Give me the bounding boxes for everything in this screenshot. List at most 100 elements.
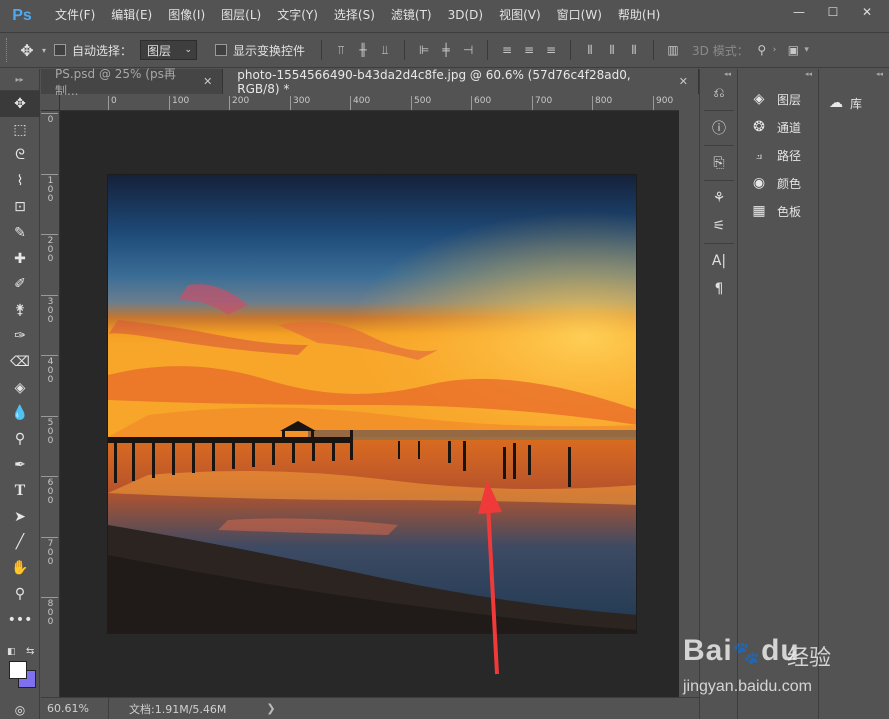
distribute-top-icon[interactable]: ≡	[496, 39, 518, 61]
quick-selection-tool-icon[interactable]: ⌇	[0, 168, 40, 194]
marquee-tool-icon[interactable]: ⬚	[0, 117, 40, 143]
adjustments-panel-icon[interactable]: ⚟	[700, 212, 738, 240]
align-left-icon[interactable]: ⊫	[413, 39, 435, 61]
align-hcenter-icon[interactable]: ╪	[435, 39, 457, 61]
history-panel-icon[interactable]: ⎌	[700, 79, 738, 107]
character-panel-icon[interactable]: A|	[700, 247, 738, 275]
collapse-panels-icon[interactable]: ◂◂	[739, 69, 818, 79]
move-tool-icon[interactable]: ✥	[12, 38, 42, 62]
quick-mask-icon[interactable]: ◎	[0, 697, 40, 719]
swap-colors-icon[interactable]: ⇆	[26, 646, 34, 657]
hand-tool-icon[interactable]: ✋	[0, 555, 40, 581]
menu-file[interactable]: 文件(F)	[47, 0, 103, 31]
properties-panel-icon[interactable]: ⎘	[700, 149, 738, 177]
panel-color[interactable]: ◉ 颜色	[739, 169, 818, 197]
history-brush-tool-icon[interactable]: ✑	[0, 323, 40, 349]
path-selection-tool-icon[interactable]: ➤	[0, 504, 40, 530]
distribute-vcenter-icon[interactable]: ≡	[518, 39, 540, 61]
color-swatches: ◧ ⇆	[4, 645, 38, 695]
ruler-label: 3 0 0	[47, 297, 54, 325]
menu-image[interactable]: 图像(I)	[160, 0, 213, 31]
panel-paths[interactable]: ⟓ 路径	[739, 141, 818, 169]
document-image[interactable]	[107, 174, 637, 634]
panel-swatches[interactable]: ▦ 色板	[739, 197, 818, 225]
ruler-tick	[169, 96, 170, 110]
ruler-corner[interactable]	[41, 95, 60, 111]
clone-stamp-tool-icon[interactable]: ⚵	[0, 297, 40, 323]
close-icon[interactable]: ✕	[679, 75, 688, 88]
auto-select-dropdown[interactable]: 图层 ⌄	[140, 40, 198, 60]
ruler-label: 400	[353, 96, 371, 106]
menu-3d[interactable]: 3D(D)	[440, 0, 491, 31]
panel-libraries[interactable]: ☁ 库	[820, 89, 889, 117]
default-colors-icon[interactable]: ◧	[7, 647, 16, 657]
search-icon[interactable]: ⚲	[751, 39, 773, 61]
paint-bucket-tool-icon[interactable]: ◈	[0, 375, 40, 401]
type-tool-icon[interactable]: T	[0, 478, 40, 504]
tab-ps-psd[interactable]: PS.psd @ 25% (ps再制... ✕	[41, 67, 224, 98]
brush-tool-icon[interactable]: ✐	[0, 272, 40, 298]
workspace-icon[interactable]: ▣	[782, 39, 804, 61]
divider	[653, 40, 655, 60]
zoom-field[interactable]: 60.61%	[41, 698, 109, 719]
dodge-tool-icon[interactable]: ⚲	[0, 426, 40, 452]
blur-tool-icon[interactable]: 💧	[0, 401, 40, 427]
maximize-button[interactable]: ☐	[819, 3, 847, 21]
menu-edit[interactable]: 编辑(E)	[103, 0, 160, 31]
auto-align-icon[interactable]: ▥	[662, 39, 684, 61]
eraser-tool-icon[interactable]: ⌫	[0, 349, 40, 375]
close-icon[interactable]: ✕	[203, 75, 212, 88]
foreground-color-swatch[interactable]	[9, 661, 27, 679]
auto-select-checkbox[interactable]	[54, 44, 67, 56]
divider	[704, 110, 734, 111]
menu-type[interactable]: 文字(Y)	[269, 0, 326, 31]
menu-layer[interactable]: 图层(L)	[213, 0, 269, 31]
show-transform-checkbox[interactable]	[215, 44, 228, 56]
paragraph-panel-icon[interactable]: ¶	[700, 275, 738, 303]
align-top-icon[interactable]: ⫪	[330, 39, 352, 61]
more-tools-icon[interactable]: •••	[0, 607, 40, 633]
close-button[interactable]: ✕	[853, 3, 881, 21]
move-tool-icon[interactable]: ✥	[0, 91, 40, 117]
panel-layers[interactable]: ◈ 图层	[739, 85, 818, 113]
ruler-vertical[interactable]: 0 1 0 0 2 0 0 3 0 0 4 0 0 5 0 0 6 0 0 7 …	[41, 111, 60, 697]
healing-brush-tool-icon[interactable]: ✚	[0, 246, 40, 272]
collapse-panels-icon[interactable]: ◂◂	[700, 69, 737, 79]
menu-view[interactable]: 视图(V)	[491, 0, 549, 31]
window-controls: — ☐ ✕	[785, 3, 881, 21]
align-right-icon[interactable]: ⊣	[457, 39, 479, 61]
collapse-panels-icon[interactable]: ◂◂	[820, 69, 889, 79]
menu-window[interactable]: 窗口(W)	[549, 0, 610, 31]
tool-preset-caret-icon[interactable]: ▾	[42, 46, 46, 55]
align-vcenter-icon[interactable]: ╫	[352, 39, 374, 61]
vertical-scrollbar[interactable]	[680, 95, 699, 697]
menu-filter[interactable]: 滤镜(T)	[383, 0, 440, 31]
chevron-down-icon: ⌄	[184, 45, 193, 55]
canvas-area[interactable]	[60, 111, 679, 697]
ruler-horizontal[interactable]: 0 100 200 300 400 500 600 700 800 900	[60, 95, 679, 111]
crop-tool-icon[interactable]: ⊡	[0, 194, 40, 220]
panel-channels[interactable]: ❂ 通道	[739, 113, 818, 141]
align-bottom-icon[interactable]: ⫫	[374, 39, 396, 61]
pen-tool-icon[interactable]: ✒	[0, 452, 40, 478]
distribute-right-icon[interactable]: ⦀	[623, 39, 645, 61]
collapse-toolbox-icon[interactable]: ▸▸	[0, 69, 39, 91]
distribute-bottom-icon[interactable]: ≡	[540, 39, 562, 61]
ruler-label: 1 0 0	[47, 176, 54, 204]
status-menu-arrow-icon[interactable]: ❯	[266, 702, 275, 715]
minimize-button[interactable]: —	[785, 3, 813, 21]
eyedropper-tool-icon[interactable]: ✎	[0, 220, 40, 246]
line-tool-icon[interactable]: ╱	[0, 530, 40, 556]
chevron-down-icon[interactable]: ▾	[804, 45, 809, 55]
menu-help[interactable]: 帮助(H)	[610, 0, 668, 31]
tab-photo-jpg[interactable]: photo-1554566490-b43da2d4c8fe.jpg @ 60.6…	[223, 68, 699, 96]
lasso-tool-icon[interactable]: ᘓ	[0, 143, 40, 169]
distribute-left-icon[interactable]: ⦀	[579, 39, 601, 61]
brush-panel-icon[interactable]: ⚘	[700, 184, 738, 212]
distribute-hcenter-icon[interactable]: ⦀	[601, 39, 623, 61]
menu-select[interactable]: 选择(S)	[326, 0, 383, 31]
ruler-label: 7 0 0	[47, 539, 54, 567]
info-panel-icon[interactable]: ⓘ	[700, 114, 738, 142]
zoom-tool-icon[interactable]: ⚲	[0, 581, 40, 607]
chevron-right-icon[interactable]: ›	[773, 45, 777, 55]
